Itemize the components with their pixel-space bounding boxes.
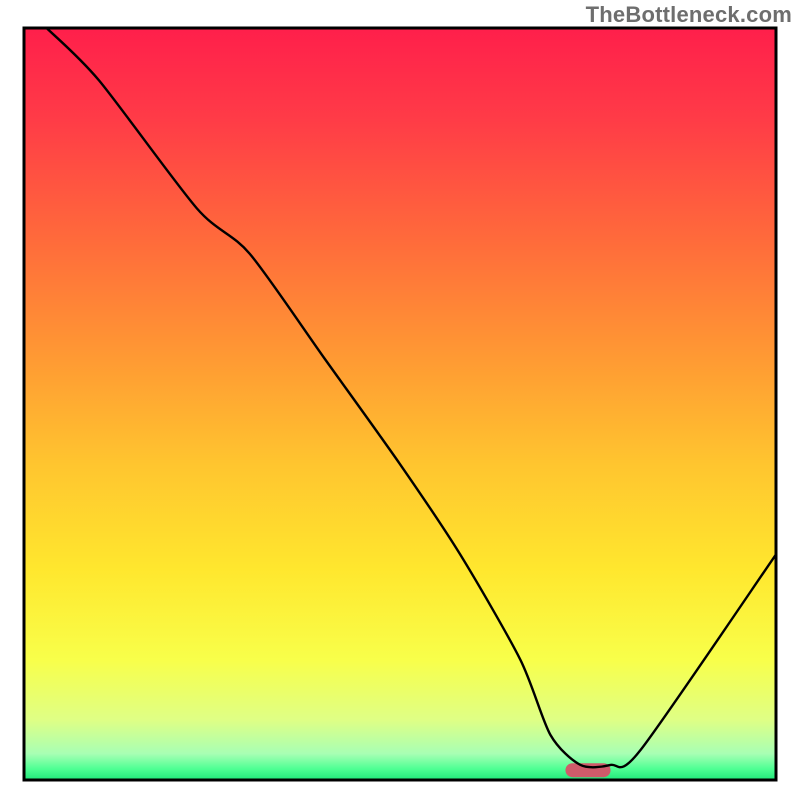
chart-canvas: [0, 0, 800, 800]
bottleneck-chart: TheBottleneck.com: [0, 0, 800, 800]
heat-gradient-background: [24, 28, 776, 780]
plot-area: [24, 28, 776, 780]
watermark-text: TheBottleneck.com: [586, 2, 792, 28]
